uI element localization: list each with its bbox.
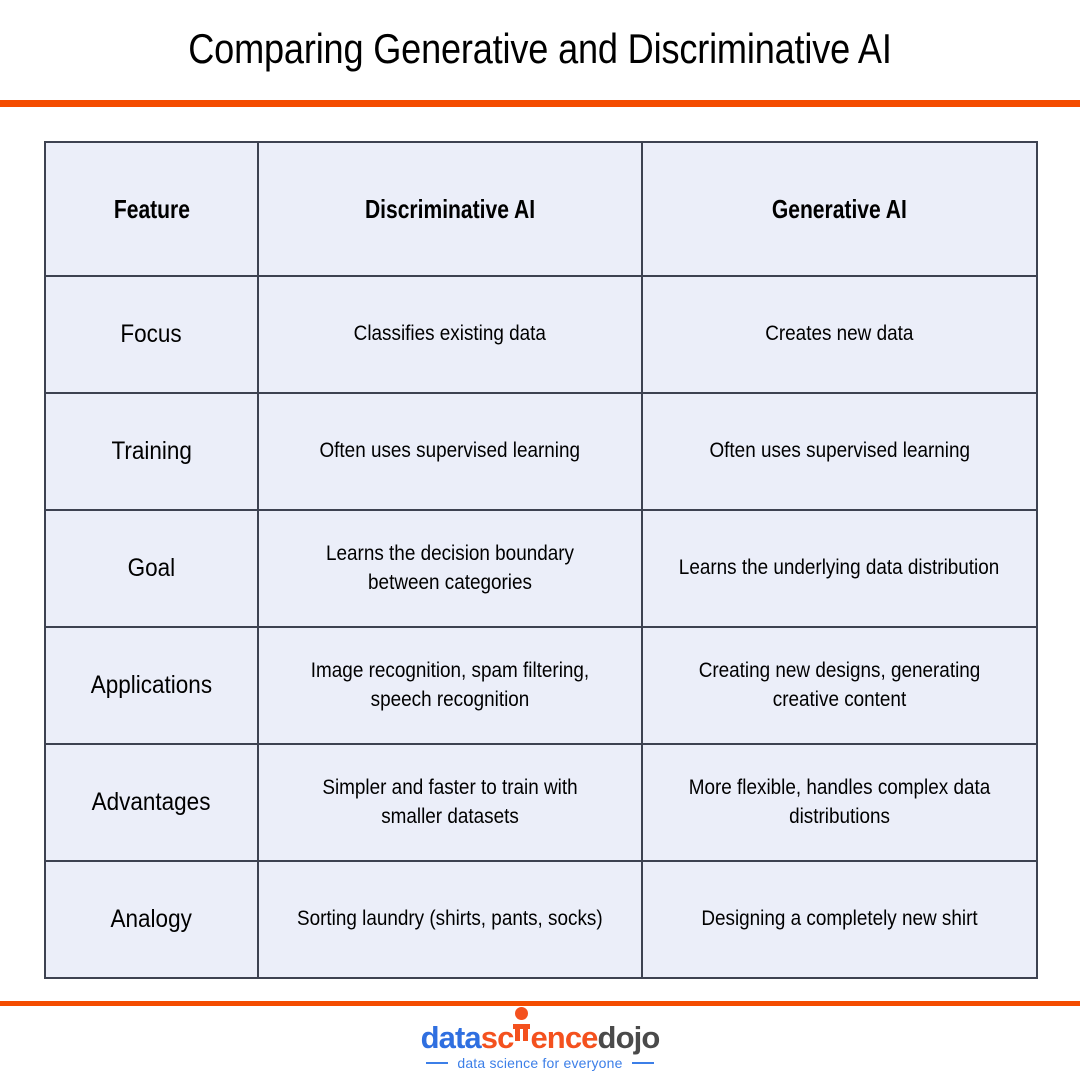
tagline-dash-left xyxy=(426,1061,449,1064)
cell-feature: Advantages xyxy=(44,743,259,862)
cell-feature-text: Focus xyxy=(120,319,183,348)
person-figure-icon xyxy=(513,1006,531,1048)
person-leg-left xyxy=(515,1028,521,1041)
cell-discriminative-text: Classifies existing data xyxy=(353,322,547,346)
cell-feature: Focus xyxy=(44,275,259,394)
logo-text-sc: sc xyxy=(480,1019,515,1055)
cell-generative-text: Creates new data xyxy=(765,322,914,346)
column-header-generative-label: Generative AI xyxy=(771,193,907,224)
table-row: Analogy Sorting laundry (shirts, pants, … xyxy=(44,860,1038,979)
cell-feature: Applications xyxy=(44,626,259,745)
table-header-row: Feature Discriminative AI Generative AI xyxy=(45,141,1037,277)
table-row: Focus Classifies existing data Creates n… xyxy=(44,275,1038,394)
footer: data sc ence dojo data science for everyone xyxy=(0,1006,1080,1080)
cell-feature-text: Applications xyxy=(90,670,213,699)
table-row: Advantages Simpler and faster to train w… xyxy=(44,743,1038,862)
cell-discriminative: Sorting laundry (shirts, pants, socks) xyxy=(257,860,643,979)
cell-generative-text: Designing a completely new shirt xyxy=(701,907,978,931)
cell-generative: Creates new data xyxy=(641,275,1038,394)
tagline-dash-right xyxy=(631,1061,654,1064)
column-header-discriminative: Discriminative AI xyxy=(276,141,624,277)
table-body: Focus Classifies existing data Creates n… xyxy=(44,275,1038,979)
logo-text-ence: ence xyxy=(530,1019,598,1055)
cell-generative-text: Often uses supervised learning xyxy=(709,439,970,463)
column-header-feature: Feature xyxy=(54,141,249,277)
cell-generative: Often uses supervised learning xyxy=(641,392,1038,511)
table-row: Applications Image recognition, spam fil… xyxy=(44,626,1038,745)
tagline-text: data science for everyone xyxy=(457,1054,623,1071)
column-header-discriminative-label: Discriminative AI xyxy=(364,193,536,224)
logo-text-data: data xyxy=(420,1019,482,1055)
cell-discriminative: Simpler and faster to train with smaller… xyxy=(257,743,643,862)
infographic-page: Comparing Generative and Discriminative … xyxy=(0,0,1080,1080)
cell-feature-text: Analogy xyxy=(110,904,193,933)
table-row: Goal Learns the decision boundary betwee… xyxy=(44,509,1038,628)
cell-generative-text: More flexible, handles complex data dist… xyxy=(688,776,991,828)
comparison-table: Feature Discriminative AI Generative AI … xyxy=(44,141,1038,979)
person-leg-right xyxy=(523,1028,529,1041)
cell-feature: Goal xyxy=(44,509,259,628)
title-area: Comparing Generative and Discriminative … xyxy=(0,0,1080,98)
cell-generative-text: Learns the underlying data distribution xyxy=(679,556,1000,580)
table-header: Feature Discriminative AI Generative AI xyxy=(45,141,1037,277)
cell-discriminative: Classifies existing data xyxy=(257,275,643,394)
column-header-generative: Generative AI xyxy=(660,141,1019,277)
datasciencedojo-logo[interactable]: data sc ence dojo xyxy=(421,1006,660,1053)
cell-generative: Creating new designs, generating creativ… xyxy=(641,626,1038,745)
table-row: Training Often uses supervised learning … xyxy=(44,392,1038,511)
cell-discriminative-text: Sorting laundry (shirts, pants, socks) xyxy=(297,907,603,931)
cell-discriminative-text: Simpler and faster to train with smaller… xyxy=(322,776,578,828)
logo-tagline: data science for everyone xyxy=(426,1054,654,1071)
cell-generative: Learns the underlying data distribution xyxy=(641,509,1038,628)
cell-discriminative-text: Image recognition, spam filtering, speec… xyxy=(310,659,590,711)
cell-feature: Analogy xyxy=(44,860,259,979)
column-header-feature-label: Feature xyxy=(113,193,190,224)
comparison-table-container: Feature Discriminative AI Generative AI … xyxy=(44,141,1038,979)
cell-feature-text: Advantages xyxy=(92,787,211,816)
cell-discriminative: Often uses supervised learning xyxy=(257,392,643,511)
cell-discriminative: Image recognition, spam filtering, speec… xyxy=(257,626,643,745)
top-accent-rule xyxy=(0,100,1080,107)
cell-feature-text: Goal xyxy=(127,553,176,582)
cell-discriminative: Learns the decision boundary between cat… xyxy=(257,509,643,628)
logo-text-dojo: dojo xyxy=(597,1019,661,1055)
page-title: Comparing Generative and Discriminative … xyxy=(188,24,892,72)
cell-generative: Designing a completely new shirt xyxy=(641,860,1038,979)
cell-generative-text: Creating new designs, generating creativ… xyxy=(698,659,981,711)
cell-discriminative-text: Often uses supervised learning xyxy=(319,439,581,463)
cell-discriminative-text: Learns the decision boundary between cat… xyxy=(326,542,574,594)
cell-feature: Training xyxy=(44,392,259,511)
cell-generative: More flexible, handles complex data dist… xyxy=(641,743,1038,862)
cell-feature-text: Training xyxy=(111,436,192,465)
person-head xyxy=(515,1006,529,1020)
